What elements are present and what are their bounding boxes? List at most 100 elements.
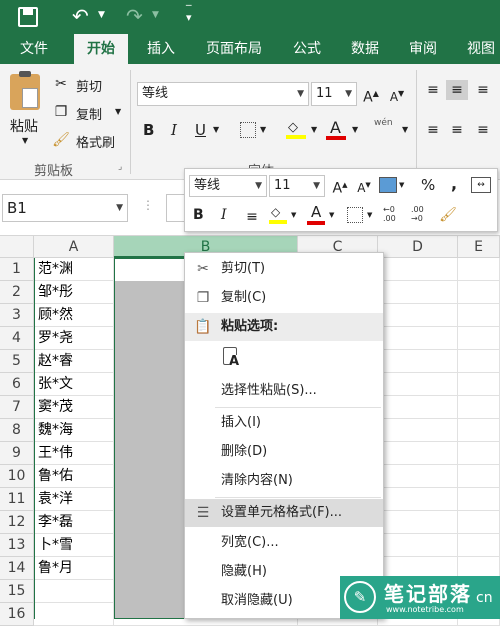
paste-dropdown-icon[interactable]: ▼ xyxy=(22,136,28,145)
copy-dropdown-icon[interactable]: ▼ xyxy=(115,107,121,116)
cell[interactable] xyxy=(378,488,458,511)
underline-dropdown-icon[interactable]: ▼ xyxy=(213,125,219,134)
tab-file[interactable]: 文件 xyxy=(8,34,60,64)
mini-fill-color-dropdown-icon[interactable]: ▼ xyxy=(291,211,296,219)
mini-format-painter-icon[interactable]: 🖌 xyxy=(439,205,457,225)
cell[interactable] xyxy=(458,465,500,488)
mini-cell-style-icon[interactable] xyxy=(379,177,397,193)
mini-merge-icon[interactable]: ↔ xyxy=(471,177,491,193)
align-center-icon[interactable]: ≡ xyxy=(448,120,466,140)
cell[interactable] xyxy=(378,327,458,350)
cell[interactable] xyxy=(458,258,500,281)
cell-a[interactable]: 邹*彤 xyxy=(34,281,114,304)
mini-font-name-combo[interactable]: 等线 ▼ xyxy=(189,175,267,197)
tab-insert[interactable]: 插入 xyxy=(136,34,186,64)
row-header[interactable]: 12 xyxy=(0,511,34,534)
mini-decrease-font-icon[interactable]: A▼ xyxy=(355,175,373,198)
bold-button[interactable]: B xyxy=(143,121,154,139)
cell[interactable] xyxy=(458,511,500,534)
cut-icon[interactable]: ✂ xyxy=(52,74,70,94)
fill-color-dropdown-icon[interactable]: ▼ xyxy=(311,125,317,134)
formula-input[interactable] xyxy=(166,194,186,222)
copy-button[interactable]: 复制 xyxy=(76,104,102,123)
cell[interactable] xyxy=(378,419,458,442)
mini-percent-button[interactable]: % xyxy=(421,176,435,194)
cell[interactable] xyxy=(378,465,458,488)
row-header[interactable]: 10 xyxy=(0,465,34,488)
cell[interactable] xyxy=(458,327,500,350)
cell[interactable] xyxy=(378,350,458,373)
cell[interactable] xyxy=(458,350,500,373)
font-size-dropdown-icon[interactable]: ▼ xyxy=(345,83,352,105)
row-header[interactable]: 15 xyxy=(0,580,34,603)
cell[interactable] xyxy=(378,511,458,534)
row-header[interactable]: 2 xyxy=(0,281,34,304)
tab-data[interactable]: 数据 xyxy=(340,34,390,64)
paste-icon[interactable] xyxy=(10,71,40,110)
tab-view[interactable]: 视图 xyxy=(456,34,500,64)
row-header[interactable]: 7 xyxy=(0,396,34,419)
cell-a[interactable]: 范*渊 xyxy=(34,258,114,281)
increase-font-icon[interactable]: A▲ xyxy=(362,84,380,108)
cell[interactable] xyxy=(458,419,500,442)
cell-a[interactable]: 顾*然 xyxy=(34,304,114,327)
align-left-icon[interactable]: ≡ xyxy=(424,120,442,140)
menu-item-format-cells[interactable]: ☰ 设置单元格格式(F)... xyxy=(185,499,383,527)
cell[interactable] xyxy=(378,534,458,557)
cell-a[interactable]: 袁*洋 xyxy=(34,488,114,511)
phonetic-icon[interactable]: wén xyxy=(374,118,393,128)
mini-decrease-decimal-icon[interactable]: .00 →0 xyxy=(411,205,424,223)
row-header[interactable]: 4 xyxy=(0,327,34,350)
align-top-icon[interactable]: ≡ xyxy=(424,80,442,100)
name-box[interactable]: B1 ▼ xyxy=(2,194,128,222)
cell-a[interactable]: 张*文 xyxy=(34,373,114,396)
column-header-d[interactable]: D xyxy=(378,236,458,258)
cell[interactable] xyxy=(458,373,500,396)
cut-button[interactable]: 剪切 xyxy=(76,76,102,95)
format-painter-button[interactable]: 格式刷 xyxy=(76,132,115,151)
mini-cell-style-dropdown-icon[interactable]: ▼ xyxy=(399,181,404,189)
name-box-dropdown-icon[interactable]: ▼ xyxy=(116,195,123,221)
border-dropdown-icon[interactable]: ▼ xyxy=(260,125,266,134)
cell[interactable] xyxy=(378,373,458,396)
mini-italic-button[interactable]: I xyxy=(221,207,227,223)
cell-a[interactable]: 卜*雪 xyxy=(34,534,114,557)
cell-a[interactable]: 王*伟 xyxy=(34,442,114,465)
redo-dropdown-icon[interactable]: ▼ xyxy=(152,10,159,20)
tab-formulas[interactable]: 公式 xyxy=(282,34,332,64)
cell[interactable] xyxy=(458,442,500,465)
tab-home[interactable]: 开始 xyxy=(74,34,128,64)
align-right-icon[interactable]: ≡ xyxy=(474,120,492,140)
save-icon[interactable] xyxy=(18,7,38,27)
cell-a[interactable]: 李*磊 xyxy=(34,511,114,534)
redo-icon[interactable]: ↷ xyxy=(126,4,143,28)
column-header-e[interactable]: E xyxy=(458,236,500,258)
italic-button[interactable]: I xyxy=(171,121,177,139)
paste-button[interactable]: 粘贴 xyxy=(10,116,38,136)
cell[interactable] xyxy=(458,304,500,327)
row-header[interactable]: 5 xyxy=(0,350,34,373)
row-header[interactable]: 9 xyxy=(0,442,34,465)
column-header-a[interactable]: A xyxy=(34,236,114,258)
row-header[interactable]: 8 xyxy=(0,419,34,442)
align-middle-icon[interactable]: ≡ xyxy=(446,80,468,100)
cell[interactable] xyxy=(378,442,458,465)
mini-fill-color-icon[interactable]: ◇ xyxy=(269,205,289,225)
border-icon[interactable] xyxy=(240,122,256,138)
undo-icon[interactable]: ↶ xyxy=(72,4,89,28)
cell-a[interactable]: 罗*尧 xyxy=(34,327,114,350)
tab-review[interactable]: 审阅 xyxy=(398,34,448,64)
cell[interactable] xyxy=(378,304,458,327)
cell-a[interactable]: 窦*茂 xyxy=(34,396,114,419)
fill-color-icon[interactable]: ◇ xyxy=(286,120,308,140)
menu-item-copy[interactable]: ❐ 复制(C) xyxy=(185,284,383,312)
mini-border-dropdown-icon[interactable]: ▼ xyxy=(367,211,372,219)
mini-increase-decimal-icon[interactable]: ←0.00 xyxy=(383,205,396,223)
font-name-dropdown-icon[interactable]: ▼ xyxy=(297,83,304,105)
format-painter-icon[interactable]: 🖌 xyxy=(52,130,70,150)
menu-item-insert[interactable]: 插入(I) xyxy=(185,409,383,437)
underline-button[interactable]: U xyxy=(195,121,206,139)
clipboard-launcher-icon[interactable]: ⌟ xyxy=(118,162,122,172)
customize-toolbar-icon[interactable]: ‾ ▾ xyxy=(186,4,192,23)
row-header[interactable]: 3 xyxy=(0,304,34,327)
